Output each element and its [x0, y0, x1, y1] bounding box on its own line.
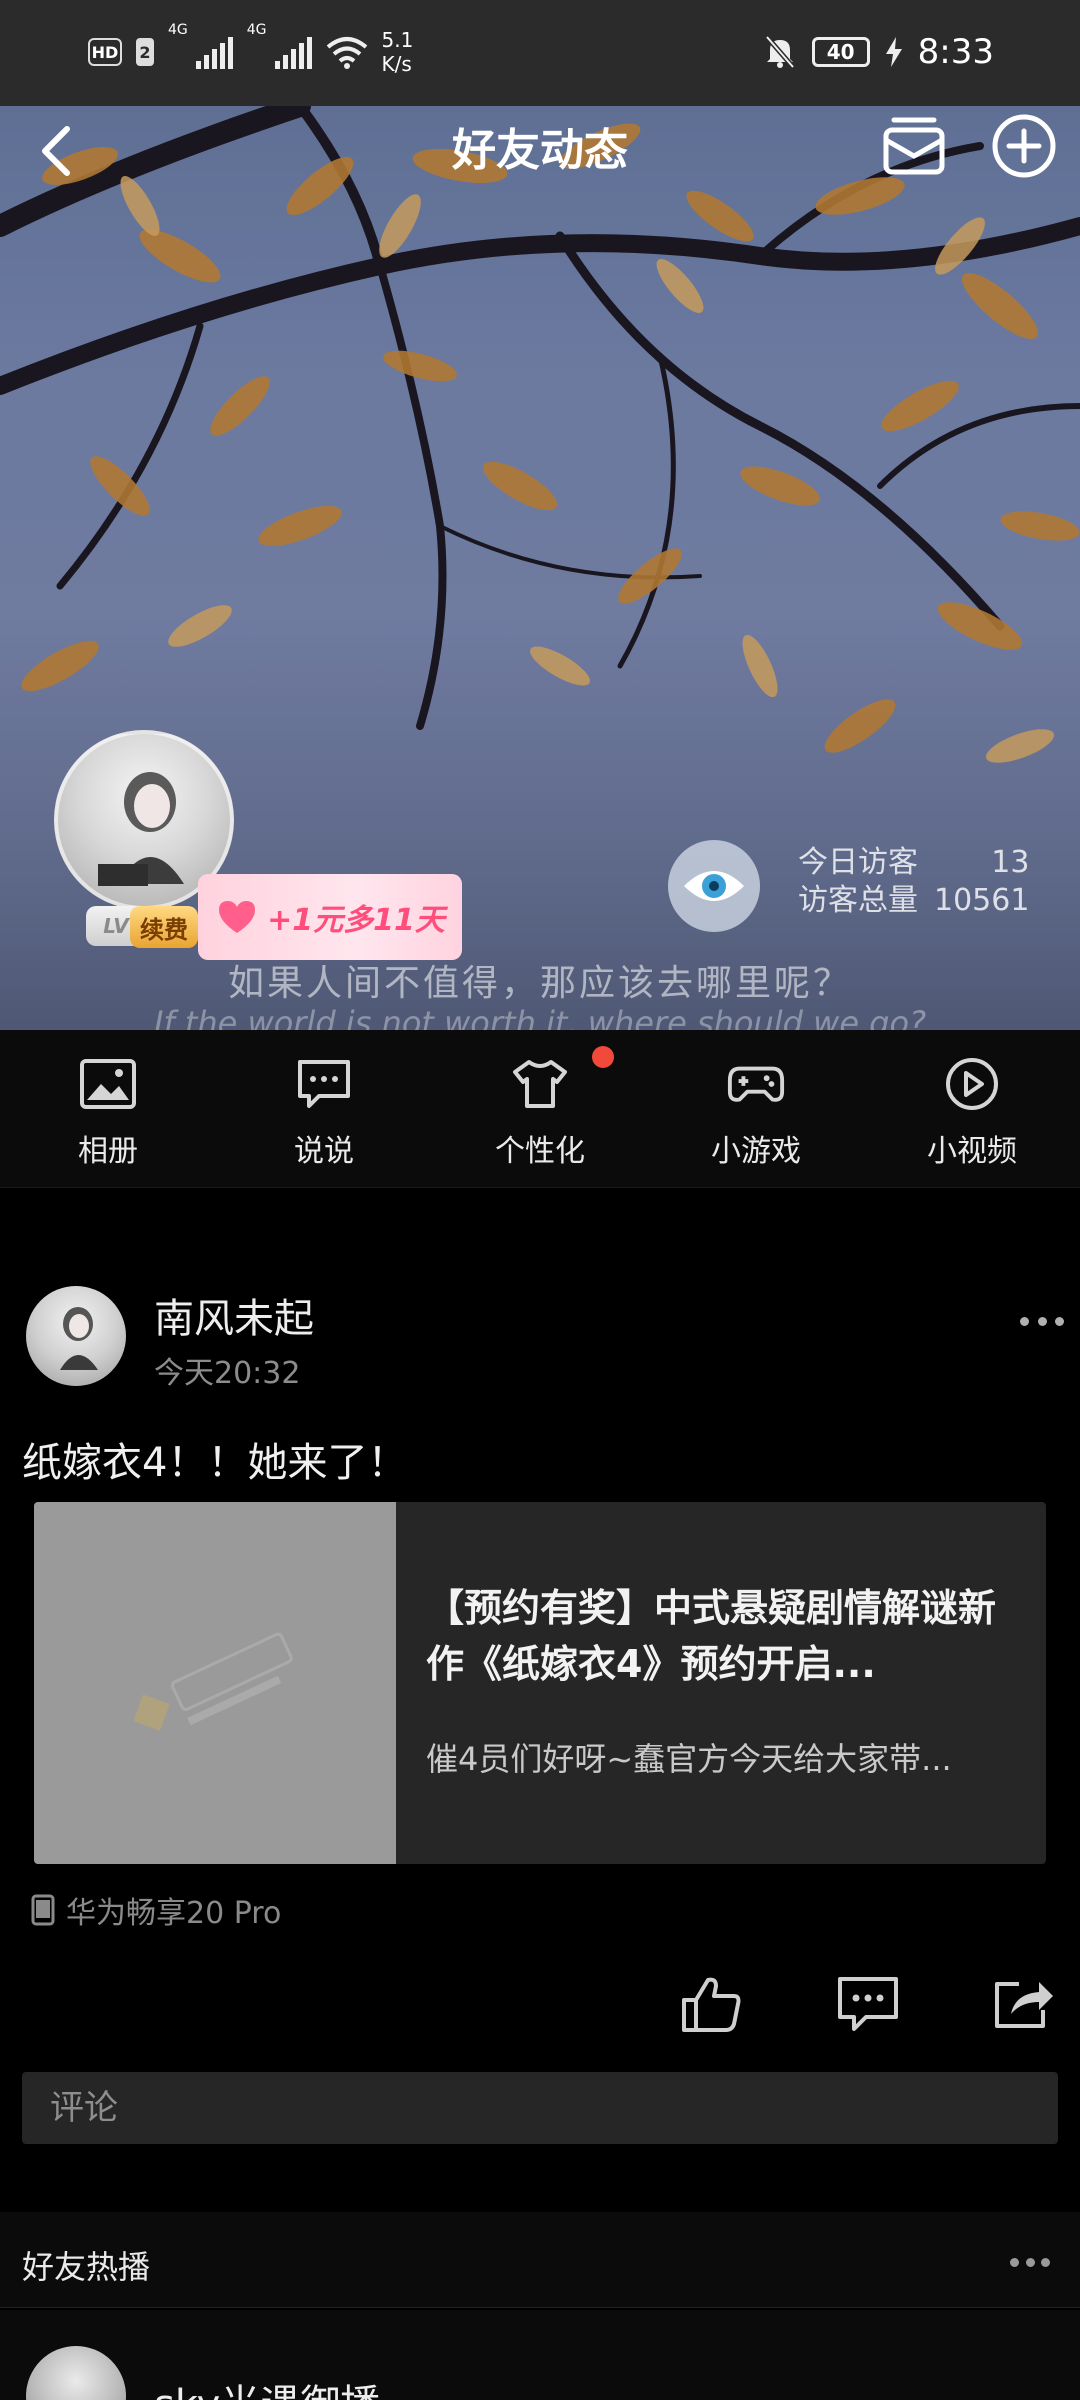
share-icon [995, 1982, 1053, 2028]
post-device: 华为畅享20 Pro [30, 1888, 281, 1932]
quick-nav-personalize[interactable]: 个性化 [432, 1030, 648, 1187]
visitors-today-row: 今日访客 13 [798, 844, 1029, 882]
more-dot [1037, 1316, 1047, 1326]
network-speed: 5.1 K/s [382, 28, 414, 76]
back-button[interactable] [22, 116, 92, 186]
hot-section-header: 好友热播 [0, 2212, 1080, 2308]
hd-badge: HD [88, 38, 122, 66]
shirt-icon [510, 1054, 570, 1114]
heart-icon [219, 901, 256, 933]
status-bar: HD 2 4G 4G 5.1 K/s 40 8:33 [0, 0, 1080, 106]
quick-nav-album[interactable]: 相册 [0, 1030, 216, 1187]
hot-item-avatar[interactable] [26, 2346, 126, 2400]
like-button[interactable] [672, 1964, 752, 2044]
more-dot [1025, 2257, 1035, 2267]
visitors-today-value: 13 [991, 845, 1030, 880]
quick-nav-label: 相册 [78, 1134, 138, 1169]
gamepad-icon [726, 1054, 786, 1114]
quick-nav-label: 个性化 [495, 1134, 585, 1169]
comment-button[interactable] [828, 1964, 908, 2044]
wifi-icon [326, 37, 367, 69]
phone-icon [31, 1894, 55, 1926]
post-timestamp: 今天20:32 [154, 1356, 301, 1391]
quick-nav-label: 小游戏 [711, 1134, 801, 1169]
visitor-stats: 今日访客 13 访客总量 10561 [798, 844, 1029, 920]
status-right: 40 8:33 [764, 22, 994, 82]
photo-icon [78, 1054, 138, 1114]
bell-off-icon [764, 35, 795, 69]
visitors-total-row: 访客总量 10561 [798, 882, 1029, 920]
cover-quote-english: If the world is not worth it, where shou… [153, 1004, 927, 1030]
promo-text: +1元多11天 [267, 903, 445, 938]
signal-icon [195, 35, 233, 69]
avatar-illustration [60, 1307, 98, 1370]
quick-nav: 相册 说说 个性化 小游戏 小视频 [0, 1030, 1080, 1188]
chat-icon [294, 1054, 354, 1114]
cover-quote: 如果人间不值得，那应该去哪里呢？ [227, 963, 852, 1004]
sim-badge: 2 [136, 38, 154, 66]
quick-nav-label: 小视频 [927, 1134, 1017, 1169]
shared-link-card[interactable]: 【预约有奖】中式悬疑剧情解谜新作《纸嫁衣4》预约开启... 催4员们好呀~蠢官方… [34, 1502, 1046, 1864]
comment-icon [838, 1977, 898, 2031]
network-type-1: 4G [168, 22, 188, 38]
hot-item-author[interactable]: sky光遇御播 [154, 2372, 380, 2400]
hot-section-title: 好友热播 [22, 2248, 151, 2286]
notification-dot [592, 1046, 614, 1068]
chevron-left-icon [42, 126, 70, 176]
feed: 南风未起 今天20:32 纸嫁衣4！！她来了！ 【预约有奖】中式悬疑剧情解谜新作… [0, 1188, 1080, 2188]
quick-nav-games[interactable]: 小游戏 [648, 1030, 864, 1187]
post-more-button[interactable] [1020, 1306, 1064, 1336]
plus-circle-icon [992, 114, 1056, 178]
post-author-avatar[interactable] [26, 1286, 126, 1386]
share-button[interactable] [984, 1964, 1064, 2044]
messages-button[interactable] [878, 110, 950, 182]
share-thumbnail [34, 1502, 396, 1864]
speed-unit: K/s [381, 52, 412, 76]
promo-banner[interactable]: +1元多11天 [198, 874, 462, 960]
section-divider [0, 2188, 1080, 2208]
quick-nav-posts[interactable]: 说说 [216, 1030, 432, 1187]
post-actions [0, 1964, 1080, 2054]
post-author-name[interactable]: 南风未起 [154, 1286, 314, 1344]
post-text: 纸嫁衣4！！她来了！ [22, 1440, 408, 1486]
add-post-button[interactable] [988, 110, 1060, 182]
placeholder-image [133, 1632, 293, 1731]
share-title: 【预约有奖】中式悬疑剧情解谜新作《纸嫁衣4》预约开启... [426, 1586, 997, 1686]
quick-nav-videos[interactable]: 小视频 [864, 1030, 1080, 1187]
hot-more-button[interactable] [1010, 2256, 1050, 2268]
visitors-button[interactable] [668, 840, 760, 932]
visitors-total-label: 访客总量 [798, 883, 918, 918]
eye-icon [684, 871, 744, 901]
charging-icon [885, 37, 902, 67]
comment-input[interactable] [22, 2072, 1058, 2144]
more-dot [1010, 2257, 1019, 2267]
hot-item[interactable]: sky光遇御播 [0, 2310, 1080, 2400]
signal-icon [274, 35, 312, 69]
more-dot [1041, 2257, 1050, 2267]
share-description: 催4员们好呀~蠢官方今天给大家带... [426, 1740, 952, 1778]
renew-button[interactable]: 续费 [130, 906, 198, 948]
status-left: HD 2 4G 4G 5.1 K/s [88, 22, 413, 82]
play-icon [942, 1054, 1002, 1114]
profile-cover[interactable]: 好友动态 LV7 续费 +1元多11天 今日访客 13 访客总量 10561 如… [0, 106, 1080, 1030]
more-dot [1055, 1316, 1064, 1326]
clock: 8:33 [917, 32, 994, 72]
visitors-total-value: 10561 [934, 883, 1030, 918]
device-name: 华为畅享20 Pro [66, 1896, 282, 1931]
thumbs-up-icon [682, 1977, 741, 2032]
visitors-today-label: 今日访客 [798, 845, 918, 880]
quick-nav-label: 说说 [294, 1134, 354, 1169]
more-dot [1020, 1316, 1029, 1326]
network-type-2: 4G [246, 22, 267, 38]
inbox-icon [883, 117, 945, 175]
speed-value: 5.1 [381, 28, 414, 52]
battery-indicator: 40 [811, 37, 870, 67]
